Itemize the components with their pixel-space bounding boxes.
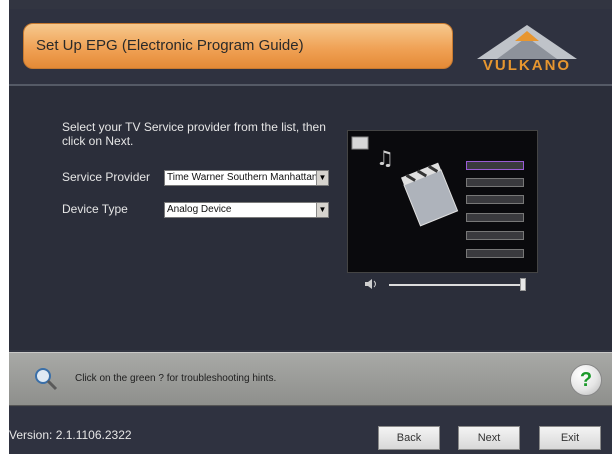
help-button[interactable]: ? (570, 364, 602, 396)
hint-text: Click on the green ? for troubleshooting… (75, 373, 277, 384)
exit-button[interactable]: Exit (539, 426, 601, 450)
select-arrow-icon[interactable]: ▼ (316, 171, 328, 185)
preview-menu-item (466, 161, 524, 170)
device-type-label: Device Type (62, 202, 128, 216)
page-title: Set Up EPG (Electronic Program Guide) (23, 23, 453, 69)
volume-slider-track[interactable] (389, 284, 523, 286)
magnifier-icon (35, 368, 58, 391)
help-bar: Click on the green ? for troubleshooting… (9, 352, 612, 406)
version-text: Version: 2.1.1106.2322 (9, 428, 132, 442)
setup-window: Set Up EPG (Electronic Program Guide) VU… (9, 0, 612, 454)
select-arrow-icon[interactable]: ▼ (316, 203, 328, 217)
device-type-select[interactable]: Analog Device ▼ (164, 202, 329, 218)
preview-menu-item (466, 231, 524, 240)
preview-menu-item (466, 213, 524, 222)
back-button[interactable]: Back (378, 426, 440, 450)
device-type-value: Analog Device (167, 204, 232, 215)
service-provider-label: Service Provider (62, 170, 151, 184)
volume-slider-thumb[interactable] (520, 278, 526, 291)
main-panel: Select your TV Service provider from the… (9, 86, 612, 350)
preview-menu-item (466, 195, 524, 204)
header: Set Up EPG (Electronic Program Guide) VU… (9, 9, 612, 84)
media-preview: ♫ (347, 130, 538, 273)
preview-menu-item (466, 249, 524, 258)
service-provider-value: Time Warner Southern Manhattan (167, 172, 318, 183)
logo-text: VULKANO (482, 57, 572, 74)
svg-text:♫: ♫ (376, 146, 394, 170)
preview-menu-item (466, 178, 524, 187)
service-provider-select[interactable]: Time Warner Southern Manhattan ▼ (164, 170, 329, 186)
instructions-text: Select your TV Service provider from the… (62, 120, 326, 148)
footer: Version: 2.1.1106.2322 Back Next Exit (9, 407, 612, 454)
next-button[interactable]: Next (458, 426, 520, 450)
speaker-icon (365, 279, 376, 289)
